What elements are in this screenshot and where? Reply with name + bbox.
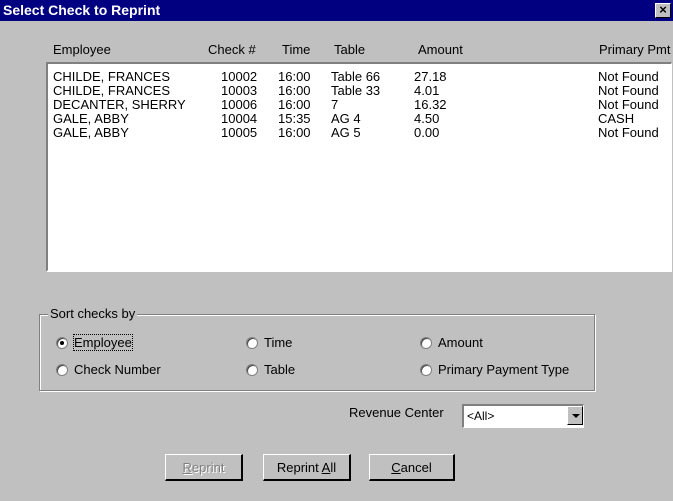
- amount-cell: 4.01: [414, 83, 440, 98]
- revenue-center-label: Revenue Center: [349, 405, 444, 420]
- revenue-center-value: <All>: [467, 409, 495, 423]
- check-cell: 10006: [221, 97, 258, 112]
- radio-selected-icon: [56, 336, 68, 349]
- check-cell: 10004: [221, 111, 258, 126]
- table-row[interactable]: DECANTER, SHERRY 10006 16:00 7 16.32 Not…: [48, 97, 671, 112]
- employee-cell: DECANTER, SHERRY: [53, 97, 186, 112]
- radio-check-number-label: Check Number: [74, 362, 161, 377]
- payment-cell: Not Found: [598, 125, 659, 140]
- time-cell: 16:00: [278, 97, 311, 112]
- column-header-employee: Employee: [53, 42, 111, 57]
- chevron-down-icon: [572, 414, 580, 418]
- table-row[interactable]: CHILDE, FRANCES 10002 16:00 Table 66 27.…: [48, 69, 671, 84]
- dropdown-button[interactable]: [567, 406, 583, 425]
- employee-cell: GALE, ABBY: [53, 125, 129, 140]
- reprint-button[interactable]: Reprint: [165, 454, 243, 481]
- radio-employee[interactable]: Employee: [56, 334, 133, 351]
- cancel-button[interactable]: Cancel: [369, 454, 455, 481]
- time-cell: 16:00: [278, 83, 311, 98]
- checks-listbox[interactable]: CHILDE, FRANCES 10002 16:00 Table 66 27.…: [46, 62, 672, 272]
- title-bar[interactable]: Select Check to Reprint ×: [0, 0, 673, 21]
- time-cell: 16:00: [278, 125, 311, 140]
- amount-cell: 16.32: [414, 97, 447, 112]
- column-header-primary-pmt: Primary Pmt: [599, 42, 671, 57]
- radio-icon: [246, 336, 258, 349]
- table-cell: AG 5: [331, 125, 361, 140]
- time-cell: 15:35: [278, 111, 311, 126]
- column-header-table: Table: [334, 42, 366, 57]
- radio-table[interactable]: Table: [246, 362, 295, 377]
- amount-cell: 27.18: [414, 69, 447, 84]
- employee-cell: CHILDE, FRANCES: [53, 69, 171, 84]
- sort-legend: Sort checks by: [48, 306, 138, 321]
- column-header-check: Check #: [208, 42, 256, 57]
- employee-cell: GALE, ABBY: [53, 111, 129, 126]
- radio-icon: [420, 336, 432, 349]
- payment-cell: CASH: [598, 111, 635, 126]
- revenue-center-select[interactable]: <All>: [462, 404, 584, 428]
- check-cell: 10005: [221, 125, 258, 140]
- radio-amount-label: Amount: [438, 335, 483, 350]
- column-header-time: Time: [282, 42, 311, 57]
- close-icon: ×: [659, 2, 667, 17]
- window-title: Select Check to Reprint: [3, 2, 161, 18]
- check-cell: 10003: [221, 83, 258, 98]
- radio-employee-label: Employee: [73, 334, 133, 351]
- payment-cell: Not Found: [598, 83, 659, 98]
- sort-groupbox: [39, 314, 595, 391]
- radio-icon: [56, 363, 68, 376]
- payment-cell: Not Found: [598, 69, 659, 84]
- reprint-all-button-label: Reprint All: [276, 459, 337, 475]
- table-cell: Table 33: [331, 83, 381, 98]
- reprint-all-button[interactable]: Reprint All: [263, 454, 351, 481]
- table-row[interactable]: CHILDE, FRANCES 10003 16:00 Table 33 4.0…: [48, 83, 671, 98]
- column-header-amount: Amount: [418, 42, 463, 57]
- table-cell: Table 66: [331, 69, 381, 84]
- radio-time-label: Time: [264, 335, 293, 350]
- employee-cell: CHILDE, FRANCES: [53, 83, 171, 98]
- time-cell: 16:00: [278, 69, 311, 84]
- close-button[interactable]: ×: [655, 3, 671, 18]
- radio-table-label: Table: [264, 362, 296, 377]
- radio-icon: [246, 363, 258, 376]
- reprint-button-label: Reprint: [182, 459, 225, 475]
- radio-primary-payment-label: Primary Payment Type: [438, 362, 570, 377]
- amount-cell: 4.50: [414, 111, 440, 126]
- table-row[interactable]: GALE, ABBY 10004 15:35 AG 4 4.50 CASH: [48, 111, 671, 126]
- radio-amount[interactable]: Amount: [420, 335, 483, 350]
- radio-icon: [420, 363, 432, 376]
- dialog-window: Select Check to Reprint × Employee Check…: [0, 0, 673, 501]
- radio-check-number[interactable]: Check Number: [56, 362, 161, 377]
- radio-primary-payment[interactable]: Primary Payment Type: [420, 362, 569, 377]
- amount-cell: 0.00: [414, 125, 440, 140]
- radio-time[interactable]: Time: [246, 335, 292, 350]
- payment-cell: Not Found: [598, 97, 659, 112]
- table-row[interactable]: GALE, ABBY 10005 16:00 AG 5 0.00 Not Fou…: [48, 125, 671, 140]
- table-cell: 7: [331, 97, 339, 112]
- table-cell: AG 4: [331, 111, 361, 126]
- cancel-button-label: Cancel: [391, 459, 432, 475]
- check-cell: 10002: [221, 69, 258, 84]
